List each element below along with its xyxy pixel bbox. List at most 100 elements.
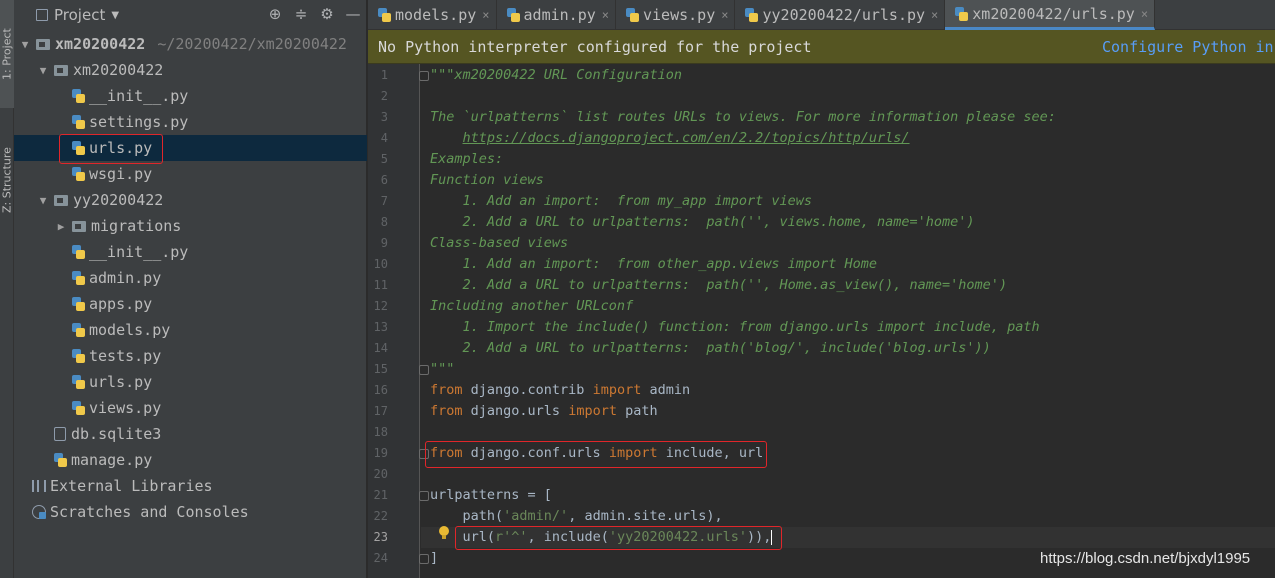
tree-item[interactable]: admin.py	[14, 265, 367, 291]
code-token: ]	[430, 550, 439, 566]
code-line: Function views	[430, 170, 544, 191]
configure-interpreter-link[interactable]: Configure Python in	[1102, 38, 1274, 56]
tree-item-label: tests.py	[89, 347, 162, 365]
tree-item-label: db.sqlite3	[71, 425, 162, 443]
code-token: Examples:	[430, 151, 504, 167]
tree-item-label: Scratches and Consoles	[50, 503, 249, 521]
expand-arrow-icon[interactable]: ▼	[36, 194, 50, 207]
tree-item-label: views.py	[89, 399, 162, 417]
close-icon[interactable]: ×	[721, 8, 728, 22]
scratches-icon	[32, 505, 46, 519]
python-file-icon	[72, 349, 85, 363]
watermark: https://blog.csdn.net/bjxdyl1995	[1040, 550, 1251, 567]
tree-item[interactable]: External Libraries	[14, 473, 367, 499]
expand-arrow-icon[interactable]: ▼	[36, 64, 50, 77]
tree-item[interactable]: db.sqlite3	[14, 421, 367, 447]
target-icon[interactable]: ⊕	[267, 5, 283, 23]
tree-item-label: apps.py	[89, 295, 153, 313]
code-line: from django.urls import path	[430, 401, 658, 422]
close-icon[interactable]: ×	[1141, 7, 1148, 21]
code-token: """	[430, 361, 455, 377]
minimize-icon[interactable]: —	[345, 5, 361, 23]
code-line: ]	[430, 548, 438, 569]
code-line: path('admin/', admin.site.urls),	[430, 506, 723, 527]
tree-item-label: admin.py	[89, 269, 162, 287]
tree-item[interactable]: urls.py	[14, 369, 367, 395]
tree-item[interactable]: settings.py	[14, 109, 367, 135]
text-cursor	[771, 529, 773, 545]
close-icon[interactable]: ×	[931, 8, 938, 22]
tree-item-label: models.py	[89, 321, 171, 339]
python-file-icon	[72, 245, 85, 259]
editor-tab[interactable]: yy20200422/urls.py ×	[735, 0, 946, 30]
line-number: 22	[373, 509, 388, 523]
tab-label: admin.py	[523, 6, 596, 24]
tree-item[interactable]: wsgi.py	[14, 161, 367, 187]
line-number: 3	[380, 110, 388, 124]
code-line: The `urlpatterns` list routes URLs to vi…	[430, 107, 1056, 128]
code-token: django.contrib	[462, 382, 593, 398]
line-number: 21	[373, 488, 388, 502]
python-file-icon	[955, 6, 969, 21]
collapse-arrow-icon[interactable]: ▶	[54, 220, 68, 233]
tree-item-label: xm20200422	[55, 35, 146, 53]
tree-item[interactable]: ▼ yy20200422	[14, 187, 367, 213]
tree-item[interactable]: Scratches and Consoles	[14, 499, 367, 525]
tree-item-label: __init__.py	[89, 87, 189, 105]
gear-icon[interactable]: ⚙	[319, 5, 335, 23]
collapse-icon[interactable]: ≑	[293, 5, 309, 23]
close-icon[interactable]: ×	[482, 8, 489, 22]
tree-item[interactable]: ▶ migrations	[14, 213, 367, 239]
code-token: path	[616, 403, 658, 419]
code-token: path(	[430, 508, 504, 524]
line-number: 5	[380, 152, 388, 166]
project-tool-tab[interactable]: 1: Project	[0, 0, 14, 108]
tree-item-path: ~/20200422/xm20200422	[157, 35, 347, 53]
code-line: 2. Add a URL to urlpatterns: path('', vi…	[430, 212, 975, 233]
tree-item[interactable]: models.py	[14, 317, 367, 343]
tree-item-label: urls.py	[89, 373, 153, 391]
close-icon[interactable]: ×	[602, 8, 609, 22]
python-file-icon	[72, 401, 85, 415]
code-line: 1. Add an import: from other_app.views i…	[430, 254, 878, 275]
folder-icon	[54, 64, 68, 76]
editor-tab[interactable]: admin.py ×	[497, 0, 616, 30]
line-number: 24	[373, 551, 388, 565]
tree-item[interactable]: ▼ xm20200422	[14, 57, 367, 83]
tab-label: xm20200422/urls.py	[972, 4, 1135, 23]
code-token: """xm20200422 URL Configuration	[430, 67, 682, 83]
editor-tab[interactable]: xm20200422/urls.py ×	[945, 0, 1156, 30]
line-number: 7	[380, 194, 388, 208]
project-view-selector[interactable]: Project ▼	[36, 6, 119, 24]
folder-icon	[36, 38, 50, 50]
code-line: from django.contrib import admin	[430, 380, 690, 401]
tree-item[interactable]: __init__.py	[14, 83, 367, 109]
tree-item[interactable]: tests.py	[14, 343, 367, 369]
editor-tab[interactable]: models.py ×	[368, 0, 497, 30]
tree-item[interactable]: ▼ xm20200422 ~/20200422/xm20200422	[14, 31, 367, 57]
code-token: import	[592, 382, 642, 398]
tree-item[interactable]: views.py	[14, 395, 367, 421]
code-token: urlpatterns = [	[430, 487, 552, 503]
tree-item[interactable]: apps.py	[14, 291, 367, 317]
expand-arrow-icon[interactable]: ▼	[18, 38, 32, 51]
lightbulb-icon[interactable]	[439, 526, 449, 539]
tree-item[interactable]: manage.py	[14, 447, 367, 473]
code-token: r'^'	[495, 529, 528, 545]
project-panel-header: Project ▼ ⊕ ≑ ⚙ —	[14, 0, 367, 30]
python-file-icon	[72, 141, 85, 155]
tree-item[interactable]: urls.py	[14, 135, 367, 161]
chevron-down-icon: ▼	[111, 9, 120, 21]
code-token: 2. Add a URL to urlpatterns: path('', vi…	[430, 214, 975, 230]
editor-tab-bar: models.py × admin.py × views.py × yy20200422/u…	[368, 0, 1275, 30]
editor-tab[interactable]: views.py ×	[616, 0, 736, 30]
code-editor[interactable]: """xm20200422 URL Configuration The `urlp…	[421, 64, 1275, 578]
tree-item[interactable]: __init__.py	[14, 239, 367, 265]
database-icon	[54, 427, 66, 441]
tree-item-label: wsgi.py	[89, 165, 153, 183]
structure-tool-tab[interactable]: Z: Structure	[0, 125, 14, 235]
code-line: 2. Add a URL to urlpatterns: path('blog/…	[430, 338, 991, 359]
code-token: django.conf.urls	[462, 445, 609, 461]
code-token: 1. Add an import: from my_app import vie…	[430, 193, 813, 209]
code-line: from django.conf.urls import include, ur…	[430, 443, 763, 464]
